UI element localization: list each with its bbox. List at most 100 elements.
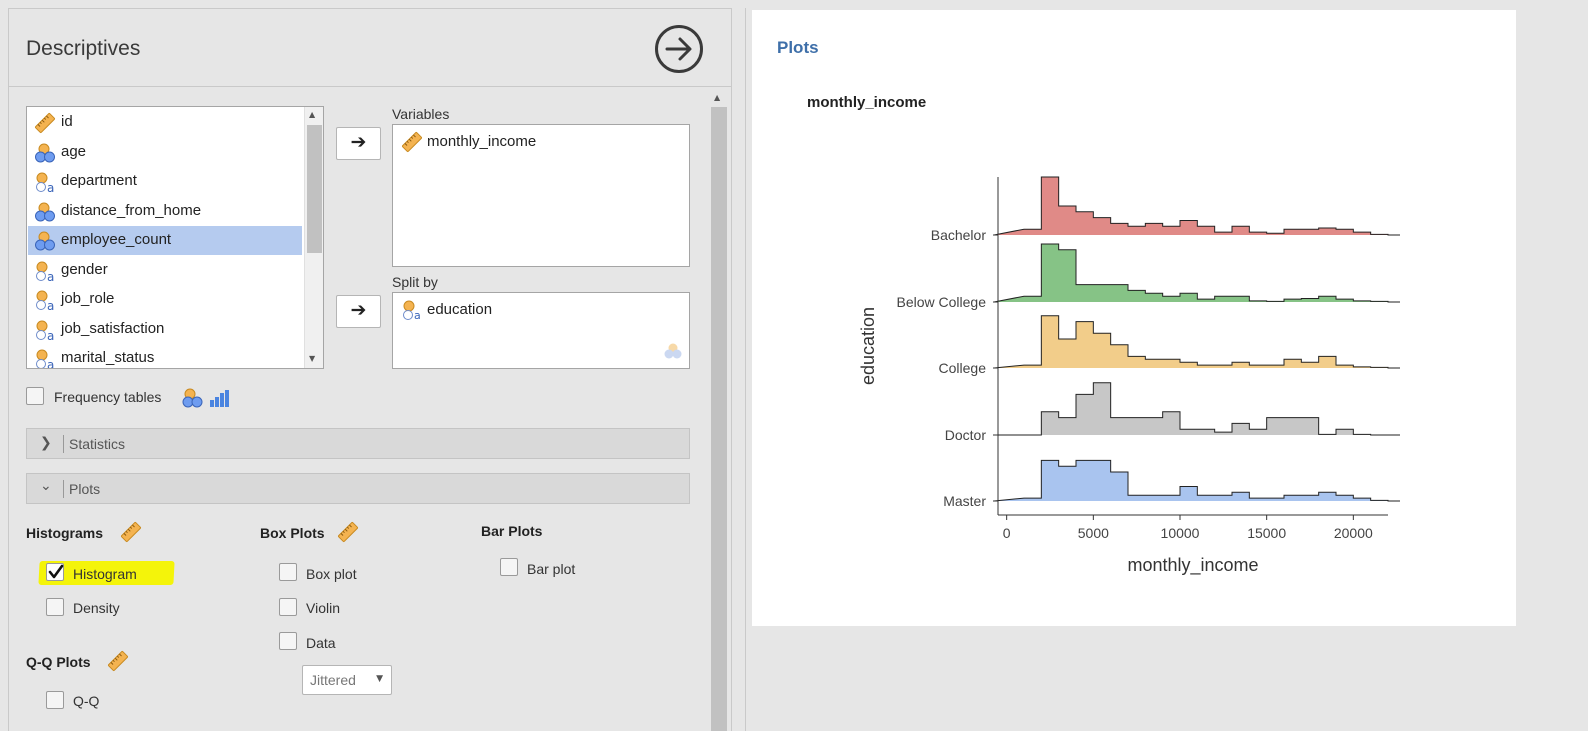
nominal-icon [182,388,203,408]
x-tick-label: 20000 [1334,525,1373,541]
x-axis-label: monthly_income [1127,555,1258,576]
variable-list[interactable]: id age a department distance_from_homeemploy… [26,106,324,369]
variable-item-job-satisfaction[interactable]: a job_satisfaction [28,315,302,344]
statistics-section-header[interactable]: ❯ Statistics [26,428,690,459]
results-page: Plots monthly_income Bachelor Below Colle… [752,10,1516,626]
chevron-right-icon: ❯ [40,435,52,451]
box-plot-checkbox[interactable] [279,563,297,581]
svg-text:a: a [414,309,421,321]
svg-text:a: a [47,299,54,311]
scroll-up-icon[interactable]: ▲ [309,110,315,119]
nominal-text-icon: a [36,349,54,369]
bar-plot-checkbox[interactable] [500,558,518,576]
panel-divider[interactable] [745,8,746,731]
box-plot-label: Box plot [306,566,357,582]
variable-item-distance-from-home[interactable]: distance_from_home [28,197,302,226]
variable-item-id[interactable]: id [28,108,302,137]
bar-chart-icon [210,390,229,407]
variables-target-box[interactable]: monthly_income [392,124,690,267]
variable-item-job-role[interactable]: a job_role [28,285,302,314]
target-variable-name: monthly_income [427,133,537,150]
variable-item-employee-count[interactable]: employee_count [28,226,302,255]
box-plots-heading: Box Plots [260,525,325,541]
violin-label: Violin [306,600,340,616]
data-type-select[interactable]: Jittered ▼ [302,665,392,695]
nominal-text-icon: a [36,261,54,282]
scroll-down-icon[interactable]: ▼ [309,354,315,363]
svg-text:a: a [47,358,54,369]
variable-name: department [61,172,137,189]
density-label: Density [73,600,120,616]
nominal-placeholder-icon [664,343,682,359]
data-checkbox[interactable] [279,632,297,650]
list-scrollbar[interactable]: ▲ ▼ [304,107,323,368]
variables-label: Variables [392,106,450,122]
nominal-icon [35,143,55,162]
frequency-tables-label: Frequency tables [54,389,162,405]
run-arrow-icon[interactable] [654,24,704,74]
variable-name: employee_count [61,231,172,248]
nominal-text-icon: a [36,172,54,193]
nominal-text-icon: a [36,290,54,311]
scroll-up-icon[interactable]: ▲ [714,93,720,102]
statistics-section-label: Statistics [69,436,126,452]
frequency-tables-checkbox[interactable] [26,387,44,405]
svg-text:a: a [47,329,54,341]
ruler-icon [35,113,55,133]
variable-name: gender [61,260,108,278]
list-scroll-thumb[interactable] [307,125,322,253]
qq-checkbox[interactable] [46,691,64,709]
x-tick-label: 0 [1003,525,1011,541]
variable-name: job_role [61,290,115,307]
qq-label: Q-Q [73,693,100,709]
plots-section-header[interactable]: ⌄ Plots [26,473,690,504]
plots-section-label: Plots [69,481,101,497]
variable-name: id [61,113,73,130]
density-checkbox[interactable] [46,598,64,616]
panel-scroll-thumb[interactable] [711,107,727,731]
ruler-icon [121,522,141,542]
data-label: Data [306,635,336,651]
split-variable-name: education [427,301,493,318]
variable-name: marital_status [61,349,155,366]
ruler-icon [108,651,128,671]
options-panel: Descriptives ▲ id age a department distance_… [8,8,732,731]
variable-item-gender[interactable]: a gender [28,256,302,285]
ruler-icon [402,132,422,152]
panel-scrollbar[interactable]: ▲ [709,89,729,731]
bar-plot-label: Bar plot [527,561,576,577]
y-tick-label: College [939,360,987,376]
x-tick-label: 10000 [1161,525,1200,541]
nominal-text-icon: a [36,320,54,341]
dropdown-arrow-icon: ▼ [376,674,383,684]
checkmark-icon [48,564,64,579]
svg-text:a: a [47,181,54,193]
variable-item-department[interactable]: a department [28,167,302,196]
bar-plots-heading: Bar Plots [481,523,543,539]
nominal-icon [35,231,55,251]
split-by-target-box[interactable]: a education [392,292,690,369]
variable-name: distance_from_home [61,201,202,219]
move-to-split-button[interactable]: ➔ [336,295,381,328]
variable-item-age[interactable]: age [28,138,302,167]
ruler-icon [338,522,358,542]
x-tick-label: 15000 [1247,525,1286,541]
move-to-variables-button[interactable]: ➔ [336,127,381,160]
histogram-area-college [994,315,1400,368]
histogram-label: Histogram [73,566,137,582]
variable-item-marital-status[interactable]: a marital_status [28,344,302,369]
chevron-down-icon: ⌄ [40,478,52,494]
nominal-icon [35,202,55,221]
analysis-title: Descriptives [26,37,141,60]
y-tick-label: Doctor [945,427,987,443]
svg-text:a: a [47,270,54,282]
y-tick-label: Bachelor [931,227,987,243]
histogram-checkbox[interactable] [46,563,64,581]
split-by-label: Split by [392,274,438,290]
options-header: Descriptives [9,9,731,87]
y-axis-label: education [858,307,878,385]
ridge-histogram-chart: Bachelor Below College College Doctor Master… [858,176,1400,576]
nominal-text-icon: a [403,300,421,321]
violin-checkbox[interactable] [279,598,297,616]
y-tick-label: Master [943,493,986,509]
